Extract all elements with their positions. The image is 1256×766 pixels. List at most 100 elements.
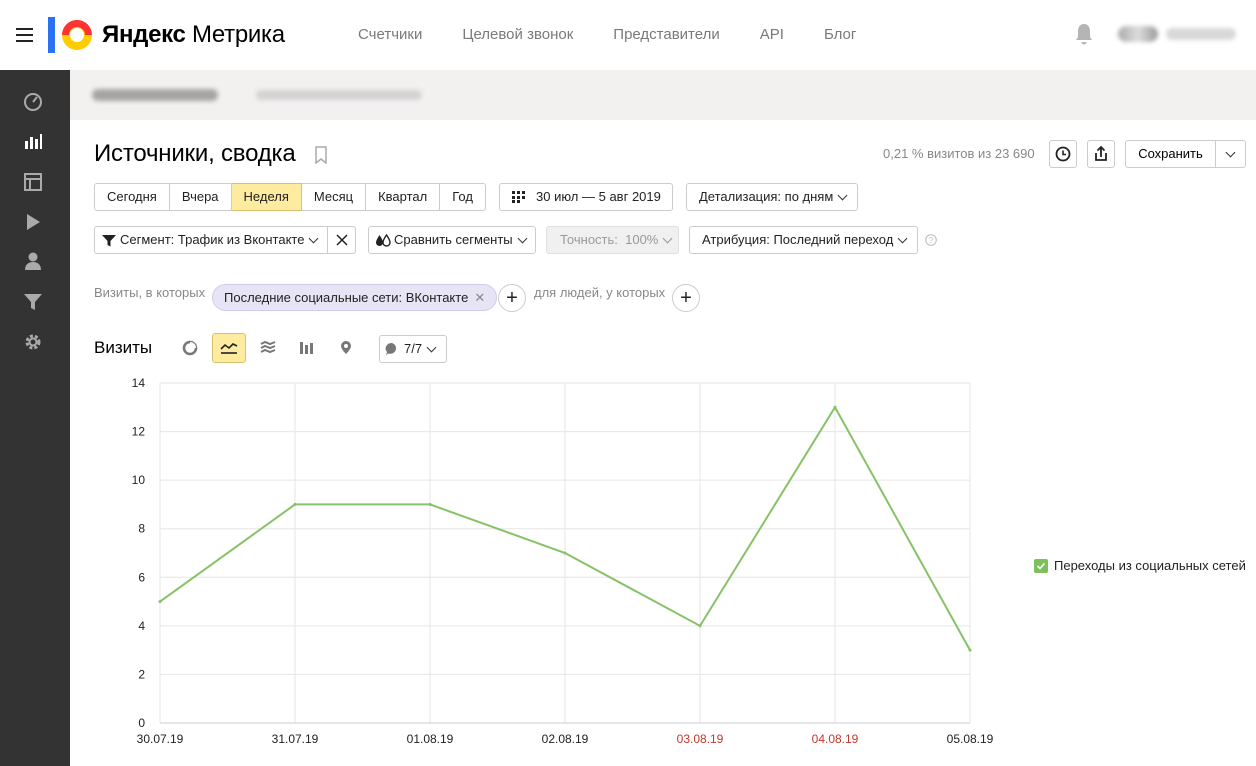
user-menu[interactable] xyxy=(1118,24,1246,44)
chevron-down-icon xyxy=(517,233,528,244)
bell-icon[interactable] xyxy=(1074,22,1094,46)
left-sidebar xyxy=(0,70,70,766)
checkbox-checked-icon xyxy=(1034,558,1048,573)
condition-chip[interactable]: Последние социальные сети: ВКонтакте ✕ xyxy=(212,284,498,311)
chart-type-bar[interactable] xyxy=(290,333,324,363)
plus-icon: + xyxy=(680,287,692,309)
chart-type-map[interactable] xyxy=(329,333,363,363)
metrics-counter: 7/7 xyxy=(404,341,423,356)
data-point xyxy=(428,502,432,506)
map-icon[interactable] xyxy=(22,171,44,193)
visits-where-label: Визиты, в которых xyxy=(94,285,206,300)
reports-icon[interactable] xyxy=(22,130,44,152)
condition-chip-label: Последние социальные сети: ВКонтакте xyxy=(224,290,469,305)
chevron-down-icon xyxy=(897,233,908,244)
chevron-down-icon xyxy=(837,190,848,201)
period-today[interactable]: Сегодня xyxy=(94,183,170,211)
logo[interactable]: Яндекс Метрика xyxy=(48,16,285,54)
period-month[interactable]: Месяц xyxy=(301,183,367,211)
period-week[interactable]: Неделя xyxy=(231,183,302,211)
play-icon[interactable] xyxy=(22,211,44,233)
save-label: Сохранить xyxy=(1126,141,1216,167)
attribution-select[interactable]: Атрибуция: Последний переход xyxy=(689,226,918,254)
save-dropdown-arrow[interactable] xyxy=(1216,141,1245,167)
history-button[interactable] xyxy=(1049,140,1077,168)
dashboard-icon[interactable] xyxy=(22,90,44,112)
nav-target-call[interactable]: Целевой звонок xyxy=(462,26,573,43)
remove-condition-icon[interactable]: ✕ xyxy=(474,290,485,305)
period-yesterday[interactable]: Вчера xyxy=(169,183,232,211)
x-tick-label: 30.07.19 xyxy=(137,732,184,746)
page-title: Источники, сводка xyxy=(94,140,296,167)
compare-icon xyxy=(376,233,391,247)
period-year[interactable]: Год xyxy=(440,183,486,211)
area-chart-icon xyxy=(260,341,276,354)
y-tick-label: 0 xyxy=(138,716,145,730)
y-tick-label: 2 xyxy=(138,667,145,681)
comment-icon xyxy=(385,342,397,356)
detail-select[interactable]: Детализация: по дням xyxy=(686,183,858,211)
legend-label: Переходы из социальных сетей xyxy=(1054,558,1246,573)
svg-text:?: ? xyxy=(929,236,934,245)
data-point xyxy=(833,405,837,409)
x-tick-label: 02.08.19 xyxy=(542,732,589,746)
filter-icon[interactable] xyxy=(22,291,44,313)
add-visit-condition-button[interactable]: + xyxy=(498,284,526,312)
nav-counters[interactable]: Счетчики xyxy=(358,26,422,43)
visits-line-chart: 0 2 4 6 8 10 12 14 30.07.19 31.07.19 01.08.19 02.08… xyxy=(132,376,994,746)
calendar-icon xyxy=(512,191,525,203)
y-tick-label: 4 xyxy=(138,619,145,633)
segment-select[interactable]: Сегмент: Трафик из Вконтакте xyxy=(94,226,328,254)
date-range-picker[interactable]: 30 июл — 5 авг 2019 xyxy=(499,183,673,211)
settings-icon[interactable] xyxy=(22,331,44,353)
detail-label: Детализация: по дням xyxy=(699,189,834,204)
x-tick-label: 01.08.19 xyxy=(407,732,454,746)
x-tick-label: 04.08.19 xyxy=(812,732,859,746)
chart-type-pie[interactable] xyxy=(173,333,207,363)
top-nav: Счетчики Целевой звонок Представители AP… xyxy=(358,26,896,43)
data-point xyxy=(563,551,567,555)
chart-type-line[interactable] xyxy=(212,333,246,363)
chart-type-area[interactable] xyxy=(251,333,285,363)
counter-selector-bar[interactable] xyxy=(70,70,1256,120)
counter-id-redacted xyxy=(256,90,422,100)
export-icon xyxy=(1095,145,1107,161)
user-name-redacted xyxy=(1166,28,1236,40)
accuracy-label: Точность: 100% xyxy=(560,232,659,247)
export-button[interactable] xyxy=(1087,140,1115,168)
chevron-down-icon xyxy=(662,233,673,244)
logo-text: Яндекс Метрика xyxy=(102,21,285,48)
accuracy-select[interactable]: Точность: 100% xyxy=(546,226,679,254)
people-where-label: для людей, у которых xyxy=(534,285,666,300)
visits-share-info: 0,21 % визитов из 23 690 xyxy=(883,146,1035,161)
nav-representatives[interactable]: Представители xyxy=(613,26,719,43)
user-icon[interactable] xyxy=(22,250,44,272)
y-tick-label: 6 xyxy=(138,570,145,584)
compare-label: Сравнить сегменты xyxy=(394,232,513,247)
save-report-button[interactable]: Сохранить xyxy=(1125,140,1246,168)
chevron-down-icon xyxy=(309,233,319,244)
bookmark-icon[interactable] xyxy=(314,146,328,164)
chevron-down-icon xyxy=(1225,147,1236,157)
x-tick-label: 31.07.19 xyxy=(272,732,319,746)
date-range-label: 30 июл — 5 авг 2019 xyxy=(536,189,661,204)
chart-legend-item[interactable]: Переходы из социальных сетей xyxy=(1034,558,1246,573)
close-icon xyxy=(335,234,348,246)
x-tick-label: 05.08.19 xyxy=(947,732,994,746)
attribution-label: Атрибуция: Последний переход xyxy=(702,232,894,247)
help-icon[interactable]: ? xyxy=(925,234,937,246)
menu-icon[interactable] xyxy=(16,28,33,42)
y-tick-label: 8 xyxy=(138,522,145,536)
period-quarter[interactable]: Квартал xyxy=(366,183,441,211)
metrics-select[interactable]: 7/7 xyxy=(379,335,447,363)
bar-chart-icon xyxy=(300,342,313,354)
nav-api[interactable]: API xyxy=(760,26,784,43)
y-tick-label: 12 xyxy=(132,425,146,439)
plus-icon: + xyxy=(506,287,518,309)
add-people-condition-button[interactable]: + xyxy=(672,284,700,312)
data-point xyxy=(158,600,162,604)
compare-segments-button[interactable]: Сравнить сегменты xyxy=(368,226,536,254)
nav-blog[interactable]: Блог xyxy=(824,26,856,43)
period-selector: Сегодня Вчера Неделя Месяц Квартал Год xyxy=(94,183,486,211)
clear-segment-button[interactable] xyxy=(327,226,356,254)
